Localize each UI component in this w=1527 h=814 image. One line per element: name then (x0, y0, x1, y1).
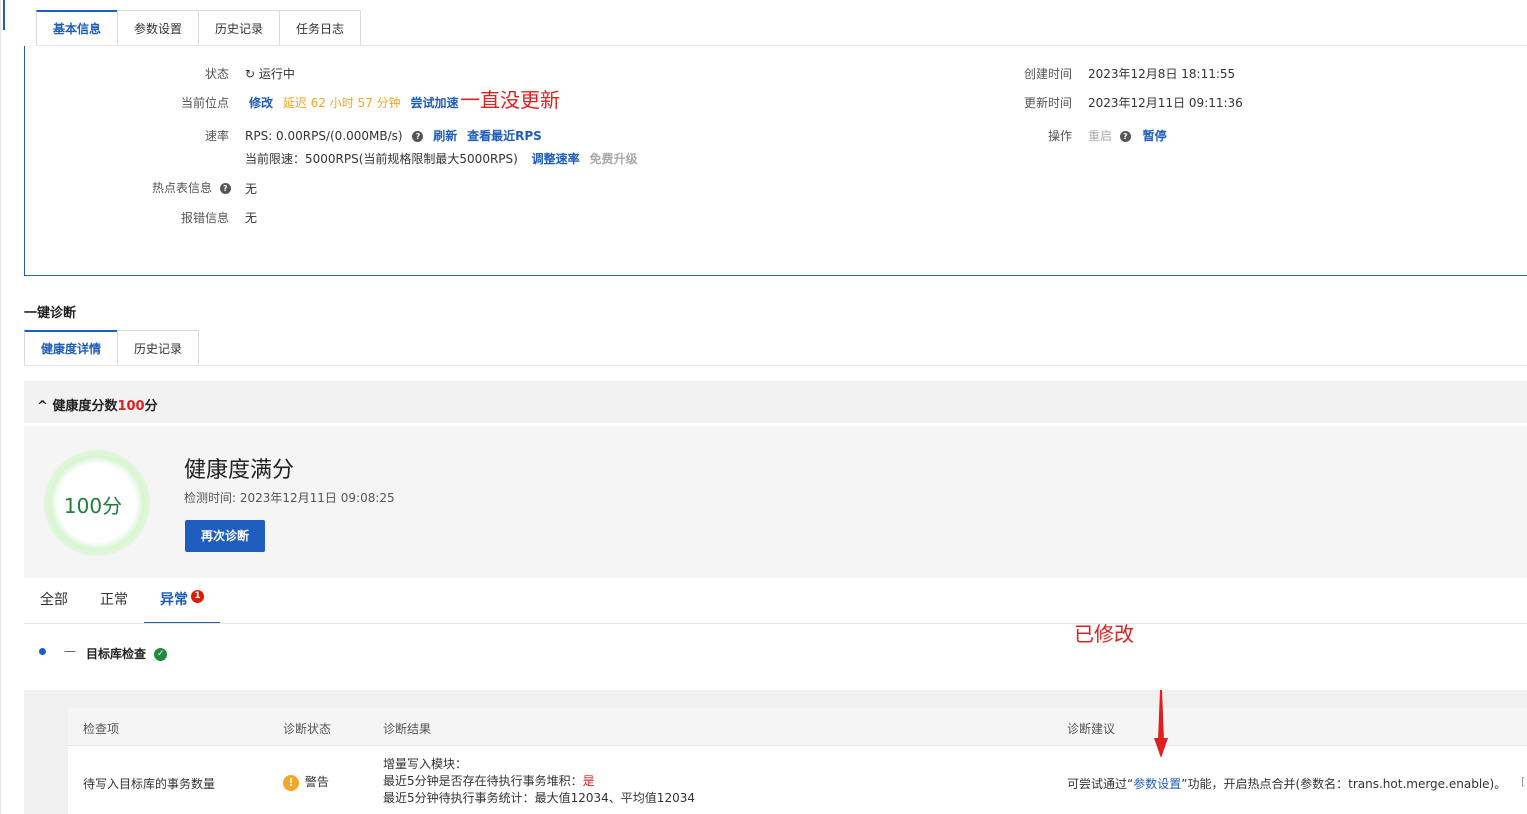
group-title-row: 目标库检查 ✓ (86, 645, 168, 662)
ops-row: 重启 ? 暂停 (1088, 127, 1167, 144)
health-score-suffix: 分 (144, 399, 158, 414)
th-diag-result: 诊断结果 (383, 722, 432, 736)
rediagnose-button[interactable]: 再次诊断 (185, 520, 265, 552)
tab-history[interactable]: 历史记录 (198, 10, 281, 46)
hot-table-help-icon[interactable]: ? (219, 183, 231, 194)
th-check-item: 检查项 (83, 722, 120, 736)
result-filter-tabs: 全部 正常 异常 1 (24, 580, 220, 624)
created-value: 2023年12月8日 18:11:55 (1088, 67, 1236, 81)
status-label: 状态 (204, 67, 229, 81)
filter-tab-normal[interactable]: 正常 (84, 580, 144, 624)
adjust-rate-link[interactable]: 调整速率 (532, 152, 580, 166)
result-line-2-prefix: 最近5分钟是否存在待执行事务堆积： (383, 774, 583, 788)
param-settings-link[interactable]: 参数设置 (1133, 777, 1181, 791)
diagnosis-tabs-divider (24, 365, 1527, 366)
th-diag-status: 诊断状态 (283, 722, 332, 736)
ops-label: 操作 (1047, 129, 1072, 143)
chevron-up-icon: ^ (37, 399, 48, 414)
hot-table-value: 无 (245, 182, 258, 196)
refresh-rate-link[interactable]: 刷新 (433, 129, 457, 143)
check-circle-icon: ✓ (154, 648, 168, 661)
position-row: 修改 延迟 62 小时 57 分钟 尝试加速 (249, 94, 459, 111)
view-recent-rps-link[interactable]: 查看最近RPS (467, 129, 542, 143)
position-label: 当前位点 (180, 96, 229, 110)
top-tabs: 基本信息 参数设置 历史记录 任务日志 (36, 10, 362, 46)
th-diag-advice: 诊断建议 (1067, 722, 1116, 736)
left-edge-marker (3, 0, 5, 30)
diagnosis-tabs: 健康度详情 历史记录 (24, 330, 200, 366)
rate-rps: RPS: 0.00RPS/(0.000MB/s) (245, 129, 403, 143)
diagnosis-section-title: 一键诊断 (24, 306, 77, 321)
tab-diagnosis-history[interactable]: 历史记录 (117, 330, 200, 366)
rate-limit-row: 当前限速：5000RPS(当前规格限制最大5000RPS) 调整速率 免费升级 (245, 150, 638, 167)
annotation-not-updated: 一直没更新 (460, 88, 560, 112)
created-label: 创建时间 (1023, 67, 1072, 81)
hot-table-label: 热点表信息 (152, 181, 213, 195)
collapse-minus-icon[interactable]: — (64, 644, 76, 658)
warning-icon: ! (283, 774, 299, 791)
hot-table-label-row: 热点表信息 ? (152, 179, 231, 196)
health-score-prefix: 健康度分数 (52, 399, 118, 414)
restart-help-icon[interactable]: ? (1119, 131, 1131, 142)
health-score-ring-text: 100分 (63, 494, 123, 518)
tab-basic-info[interactable]: 基本信息 (36, 10, 119, 46)
result-line-2-value: 是 (582, 774, 595, 788)
tab-param-settings[interactable]: 参数设置 (117, 10, 200, 46)
filter-divider (24, 623, 1527, 624)
updated-label: 更新时间 (1023, 96, 1072, 110)
advice-prefix: 可尝试通过“ (1067, 777, 1134, 791)
filter-tab-all[interactable]: 全部 (24, 580, 84, 624)
pause-link[interactable]: 暂停 (1143, 129, 1167, 143)
td-status: ! 警告 (283, 773, 329, 791)
group-title: 目标库检查 (86, 647, 147, 661)
tab-task-log[interactable]: 任务日志 (279, 10, 362, 46)
annotation-modified: 已修改 (1074, 622, 1134, 646)
filter-tab-abnormal[interactable]: 异常 1 (144, 580, 220, 624)
filter-tab-abnormal-label: 异常 (160, 592, 188, 608)
updated-value: 2023年12月11日 09:11:36 (1088, 96, 1243, 110)
health-score-collapse-bar[interactable] (24, 381, 1527, 423)
rate-limit-text: 当前限速：5000RPS(当前规格限制最大5000RPS) (245, 152, 518, 166)
rate-label: 速率 (204, 129, 229, 143)
td-status-text: 警告 (304, 775, 329, 789)
status-value: ↻ 运行中 (245, 65, 295, 82)
left-edge-border (0, 0, 1, 814)
result-line-3: 最近5分钟待执行事务统计：最大值12034、平均值12034 (383, 791, 695, 805)
error-label: 报错信息 (180, 211, 229, 225)
detect-time: 检测时间: 2023年12月11日 09:08:25 (184, 491, 395, 505)
health-score-value: 100 (117, 399, 145, 414)
accelerate-link[interactable]: 尝试加速 (410, 96, 458, 110)
td-check-item: 待写入目标库的事务数量 (83, 777, 216, 791)
td-result: 增量写入模块： 最近5分钟是否存在待执行事务堆积：是 最近5分钟待执行事务统计：… (383, 756, 695, 807)
status-text: 运行中 (258, 67, 295, 81)
delay-text: 延迟 62 小时 57 分钟 (282, 96, 401, 110)
result-line-1: 增量写入模块： (383, 757, 468, 771)
rate-row: RPS: 0.00RPS/(0.000MB/s) ? 刷新 查看最近RPS (245, 127, 542, 144)
group-dot-icon (39, 648, 46, 655)
abnormal-count-badge: 1 (191, 590, 204, 603)
refresh-status-icon: ↻ (245, 67, 256, 81)
td-advice: 可尝试通过“参数设置”功能，开启热点合并(参数名：trans.hot.merge… (1067, 775, 1506, 792)
tab-health-detail[interactable]: 健康度详情 (24, 330, 119, 366)
result-line-2: 最近5分钟是否存在待执行事务堆积：是 (383, 773, 695, 790)
health-score-header[interactable]: ^ 健康度分数100分 (37, 395, 158, 414)
free-upgrade-link: 免费升级 (589, 152, 638, 166)
row-edge-marker: [ (1521, 775, 1526, 788)
help-icon[interactable]: ? (412, 131, 424, 142)
restart-link: 重启 (1088, 129, 1113, 143)
health-title: 健康度满分 (184, 458, 295, 483)
annotation-arrow (1154, 690, 1168, 758)
error-value: 无 (245, 211, 258, 225)
advice-suffix: ”功能，开启热点合并(参数名：trans.hot.merge.enable)。 (1181, 777, 1507, 791)
modify-position-link[interactable]: 修改 (249, 96, 273, 110)
